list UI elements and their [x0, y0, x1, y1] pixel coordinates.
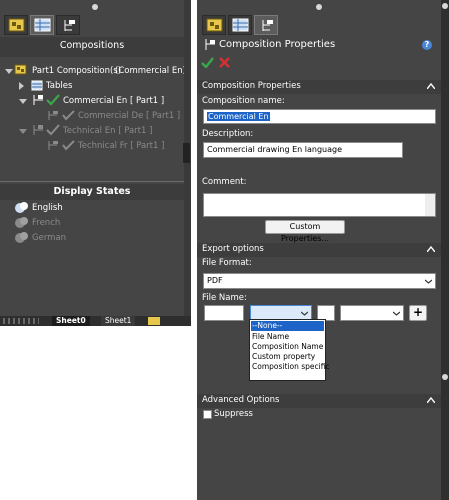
file-format-select[interactable]: PDF: [203, 273, 436, 289]
file-name-label: File Name:: [202, 293, 247, 303]
collapse-chevron-icon[interactable]: [427, 397, 435, 403]
comment-field[interactable]: [203, 193, 436, 217]
active-check-icon: [46, 94, 60, 106]
display-states-header: Display States: [0, 184, 184, 200]
expand-tables-icon[interactable]: [19, 82, 24, 90]
suppress-checkbox[interactable]: [203, 410, 212, 419]
collapse-root-icon[interactable]: [5, 69, 13, 74]
dropdown-option-none[interactable]: --None--: [251, 321, 324, 331]
tab-table-view[interactable]: [228, 15, 252, 35]
composition-properties-icon: [205, 39, 215, 50]
file-name-part2-select[interactable]: [340, 305, 404, 321]
tree-item-tables[interactable]: Tables: [46, 81, 72, 91]
file-name-text-field[interactable]: [204, 305, 244, 321]
composition-node-icon: [33, 95, 43, 105]
help-icon[interactable]: ?: [422, 40, 432, 50]
dropdown-arrow-icon: [301, 311, 308, 316]
divider: [0, 181, 191, 182]
description-field[interactable]: Commercial drawing En language: [203, 142, 403, 158]
sheet-tab-0[interactable]: Sheet0: [52, 316, 90, 326]
inactive-check-icon: [62, 140, 75, 151]
panel-grip-icon[interactable]: [92, 4, 98, 10]
compositions-header: Compositions: [0, 37, 184, 57]
tab-table-view[interactable]: [30, 15, 54, 35]
dropdown-option-file-name[interactable]: File Name: [251, 332, 324, 342]
collapse-chevron-icon[interactable]: [427, 83, 435, 89]
dropdown-option-composition-specific[interactable]: Composition specific: [251, 362, 330, 372]
tree-item-commercial-en[interactable]: Commercial En [ Part1 ]: [63, 96, 164, 106]
sheet-tab-0-label: Sheet0: [56, 316, 86, 325]
splitter-handle[interactable]: [183, 143, 190, 163]
section-title: Composition Properties: [202, 81, 301, 91]
sheet-tab-1-label: Sheet1: [105, 316, 132, 325]
page-title: Composition Properties: [219, 39, 336, 50]
dropdown-option-custom-property[interactable]: Custom property: [251, 352, 324, 362]
sheet-tab-1[interactable]: Sheet1: [101, 316, 136, 326]
composition-child-icon: [48, 141, 58, 150]
tree-item-technical-en[interactable]: Technical En [ Part1 ]: [63, 126, 152, 136]
scroll-grip-icon[interactable]: [442, 374, 448, 380]
export-options-section-header[interactable]: Export options: [197, 243, 441, 257]
composition-node-icon: [33, 125, 43, 135]
collapse-technical-icon[interactable]: [19, 129, 27, 134]
sheet-nav-arrows-icon[interactable]: [3, 318, 39, 324]
dropdown-arrow-icon: [393, 311, 400, 316]
compositions-panel: Compositions Part1 Composition(s) (Comme…: [0, 0, 191, 326]
composition-properties-panel: Composition Properties ? Composition Pro…: [197, 0, 441, 500]
cancel-x-icon[interactable]: [219, 57, 230, 68]
confirm-check-icon[interactable]: [201, 57, 214, 68]
display-state-icon: [15, 232, 28, 243]
tab-drawing-view[interactable]: [4, 15, 28, 35]
add-file-name-part-button[interactable]: +: [409, 305, 427, 321]
composition-properties-section-header[interactable]: Composition Properties: [197, 80, 441, 94]
inactive-check-icon: [62, 110, 75, 121]
add-sheet-icon[interactable]: [148, 317, 160, 325]
scroll-grip-icon[interactable]: [442, 3, 448, 9]
composition-tree-icon: [262, 20, 273, 31]
composition-name-value: Commercial En: [207, 112, 270, 121]
composition-tree-icon: [64, 20, 75, 31]
panel-grip-icon[interactable]: [316, 4, 322, 10]
display-state-english[interactable]: English: [32, 203, 63, 213]
file-format-label: File Format:: [202, 258, 252, 268]
display-state-french[interactable]: French: [32, 218, 60, 228]
description-label: Description:: [202, 129, 254, 139]
tables-icon: [31, 80, 43, 91]
compositions-title: Compositions: [59, 40, 125, 51]
tree-item-commercial-de[interactable]: Commercial De [ Part1 ]: [78, 111, 180, 121]
tab-composition-tree[interactable]: [56, 15, 80, 35]
right-scrollbar[interactable]: [441, 0, 449, 500]
tab-drawing-view[interactable]: [202, 15, 226, 35]
file-format-value: PDF: [207, 276, 223, 285]
comment-label: Comment:: [202, 177, 247, 187]
composition-root-icon: [14, 64, 27, 75]
file-name-part-dropdown-list: --None-- File Name Composition Name Cust…: [249, 319, 330, 381]
tree-root-label[interactable]: Part1 Composition(s): [32, 66, 121, 76]
section-title: Advanced Options: [202, 395, 280, 405]
display-states-title: Display States: [53, 186, 131, 197]
display-state-german[interactable]: German: [32, 233, 66, 243]
collapse-chevron-icon[interactable]: [427, 246, 435, 252]
composition-name-field[interactable]: Commercial En: [203, 109, 436, 124]
section-title: Export options: [202, 244, 264, 254]
suppress-label: Suppress: [214, 409, 253, 419]
comment-scrollbar[interactable]: [425, 194, 435, 216]
tree-root-active-composition: (Commercial En): [115, 66, 186, 76]
tree-item-technical-fr[interactable]: Technical Fr [ Part1 ]: [78, 141, 164, 151]
display-state-icon: [15, 217, 28, 228]
table-icon: [34, 18, 51, 32]
table-icon: [232, 18, 249, 32]
drawing-view-icon: [8, 18, 25, 32]
dropdown-arrow-icon: [425, 279, 432, 284]
drawing-view-icon: [206, 18, 223, 32]
inactive-check-icon: [46, 124, 60, 136]
tab-composition-tree[interactable]: [254, 15, 278, 35]
composition-name-label: Composition name:: [202, 96, 285, 106]
advanced-options-section-header[interactable]: Advanced Options: [197, 394, 441, 408]
dropdown-option-composition-name[interactable]: Composition Name: [251, 342, 324, 352]
display-state-active-icon: [15, 202, 28, 213]
collapse-commercial-icon[interactable]: [19, 99, 27, 104]
custom-properties-button[interactable]: Custom Properties...: [265, 220, 345, 243]
composition-child-icon: [48, 111, 58, 120]
